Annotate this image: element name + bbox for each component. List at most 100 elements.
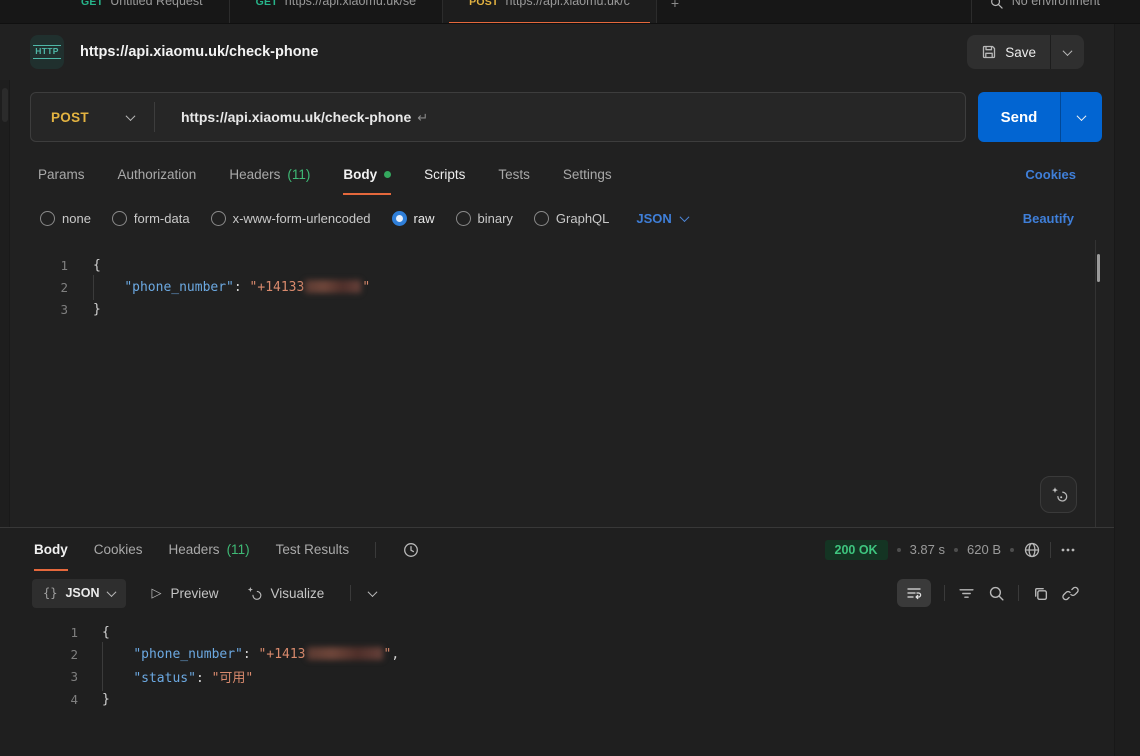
tab-body[interactable]: Body bbox=[343, 152, 391, 196]
tab-tests[interactable]: Tests bbox=[498, 152, 530, 196]
save-label: Save bbox=[1005, 45, 1036, 60]
globe-icon bbox=[1023, 541, 1041, 559]
preview-button[interactable]: ▷ Preview bbox=[152, 585, 219, 601]
format-value: JSON bbox=[636, 211, 671, 226]
save-button[interactable]: Save bbox=[967, 35, 1050, 69]
response-more-options-button[interactable] bbox=[1060, 542, 1076, 558]
request-tab-3-active[interactable]: POST https://api.xiaomu.uk/c bbox=[443, 0, 657, 24]
line-number: 4 bbox=[28, 692, 78, 707]
floppy-disk-icon bbox=[981, 44, 997, 60]
enter-hint-icon: ↵ bbox=[417, 110, 428, 125]
filter-button[interactable] bbox=[958, 585, 975, 602]
chevron-down-icon bbox=[106, 587, 116, 597]
code-line: 3} bbox=[0, 299, 1095, 321]
network-info-button[interactable] bbox=[1023, 541, 1041, 559]
radio-graphql[interactable]: GraphQL bbox=[534, 211, 609, 226]
url-input[interactable]: https://api.xiaomu.uk/check-phone↵ bbox=[155, 109, 428, 126]
status-badge[interactable]: 200 OK bbox=[825, 540, 888, 560]
request-body-editor[interactable]: 1{2 "phone_number": "+14133"3} bbox=[0, 240, 1096, 527]
send-options-button[interactable] bbox=[1060, 92, 1102, 142]
tab-label: https://api.xiaomu.uk/se bbox=[285, 0, 416, 8]
tab-scripts[interactable]: Scripts bbox=[424, 152, 465, 196]
environment-label: No environment bbox=[1012, 0, 1100, 8]
search-icon bbox=[990, 0, 1003, 9]
tab-params[interactable]: Params bbox=[38, 152, 85, 196]
sparkle-circle-icon bbox=[1049, 485, 1068, 504]
tab-headers[interactable]: Headers (11) bbox=[229, 152, 310, 196]
visualize-button[interactable]: Visualize bbox=[245, 585, 325, 602]
chevron-down-icon bbox=[679, 212, 689, 222]
request-tab-2[interactable]: GET https://api.xiaomu.uk/se bbox=[230, 0, 444, 24]
divider bbox=[1050, 542, 1051, 558]
api-client-window: GET Untitled Request GET https://api.xia… bbox=[0, 0, 1140, 756]
sparkle-circle-icon bbox=[245, 585, 262, 602]
copy-response-button[interactable] bbox=[1032, 585, 1049, 602]
divider bbox=[944, 585, 945, 601]
request-tabs: Params Authorization Headers (11) Body S… bbox=[0, 152, 1114, 196]
send-button[interactable]: Send bbox=[978, 92, 1060, 142]
method-badge: POST bbox=[469, 0, 498, 8]
response-history-button[interactable] bbox=[402, 541, 420, 559]
code-line: 2 "phone_number": "+14133" bbox=[0, 276, 1095, 298]
clock-history-icon bbox=[402, 541, 420, 559]
cookies-link[interactable]: Cookies bbox=[1025, 167, 1076, 182]
line-number: 1 bbox=[28, 258, 68, 273]
dot-separator-icon bbox=[1010, 548, 1014, 552]
dot-separator-icon bbox=[897, 548, 901, 552]
new-tab-button[interactable]: + bbox=[671, 0, 679, 11]
http-request-icon: HTTP bbox=[30, 35, 64, 69]
radio-binary[interactable]: binary bbox=[456, 211, 513, 226]
tab-label: https://api.xiaomu.uk/c bbox=[506, 0, 630, 8]
chevron-down-icon bbox=[126, 111, 136, 121]
share-link-button[interactable] bbox=[1062, 585, 1079, 602]
response-body-editor[interactable]: 1{2 "phone_number": "+1413",3 "status": … bbox=[0, 615, 1114, 756]
url-row: POST https://api.xiaomu.uk/check-phone↵ … bbox=[0, 80, 1114, 142]
headers-count: (11) bbox=[227, 542, 250, 557]
headers-count: (11) bbox=[287, 167, 310, 182]
environment-selector[interactable]: No environment bbox=[971, 0, 1100, 24]
radio-icon bbox=[534, 211, 549, 226]
code-line: 2 "phone_number": "+1413", bbox=[0, 643, 1114, 665]
filter-icon bbox=[958, 585, 975, 602]
response-tab-cookies[interactable]: Cookies bbox=[94, 528, 143, 572]
response-tab-body[interactable]: Body bbox=[34, 528, 68, 572]
beautify-link[interactable]: Beautify bbox=[1023, 211, 1074, 226]
right-collapsed-sidebar bbox=[1114, 24, 1140, 756]
save-options-button[interactable] bbox=[1050, 35, 1084, 69]
redacted-value bbox=[307, 647, 383, 660]
response-format-selector[interactable]: {} JSON bbox=[32, 579, 126, 608]
toolbar-chevron-down-icon[interactable] bbox=[368, 587, 378, 597]
redacted-value bbox=[305, 280, 361, 293]
body-type-row: none form-data x-www-form-urlencoded raw… bbox=[0, 196, 1114, 240]
response-toolbar: {} JSON ▷ Preview Visualize bbox=[0, 571, 1114, 615]
postbot-button[interactable] bbox=[1040, 476, 1077, 513]
tab-settings[interactable]: Settings bbox=[563, 152, 612, 196]
radio-none[interactable]: none bbox=[40, 211, 91, 226]
radio-form-data[interactable]: form-data bbox=[112, 211, 190, 226]
response-tab-test-results[interactable]: Test Results bbox=[276, 528, 350, 572]
url-input-container: POST https://api.xiaomu.uk/check-phone↵ bbox=[30, 92, 966, 142]
response-size: 620 B bbox=[967, 542, 1001, 557]
radio-x-www-form-urlencoded[interactable]: x-www-form-urlencoded bbox=[211, 211, 371, 226]
wrap-text-button[interactable] bbox=[897, 579, 931, 607]
radio-icon bbox=[456, 211, 471, 226]
wrap-text-icon bbox=[906, 585, 922, 601]
method-badge: GET bbox=[256, 0, 278, 8]
method-value: POST bbox=[51, 110, 89, 125]
request-tab-1[interactable]: GET Untitled Request bbox=[55, 0, 230, 24]
raw-format-selector[interactable]: JSON bbox=[636, 211, 687, 226]
tab-authorization[interactable]: Authorization bbox=[118, 152, 197, 196]
tab-label: Untitled Request bbox=[110, 0, 202, 8]
line-number: 2 bbox=[28, 647, 78, 662]
workspace-tab-bar: GET Untitled Request GET https://api.xia… bbox=[0, 0, 1140, 24]
radio-raw-selected[interactable]: raw bbox=[392, 211, 435, 226]
method-selector[interactable]: POST bbox=[31, 110, 154, 125]
search-response-button[interactable] bbox=[988, 585, 1005, 602]
line-number: 3 bbox=[28, 302, 68, 317]
radio-icon bbox=[112, 211, 127, 226]
response-tab-headers[interactable]: Headers (11) bbox=[169, 528, 250, 572]
divider bbox=[350, 585, 351, 601]
line-number: 1 bbox=[28, 625, 78, 640]
line-number: 2 bbox=[28, 280, 68, 295]
editor-scrollbar-thumb[interactable] bbox=[1097, 254, 1100, 282]
